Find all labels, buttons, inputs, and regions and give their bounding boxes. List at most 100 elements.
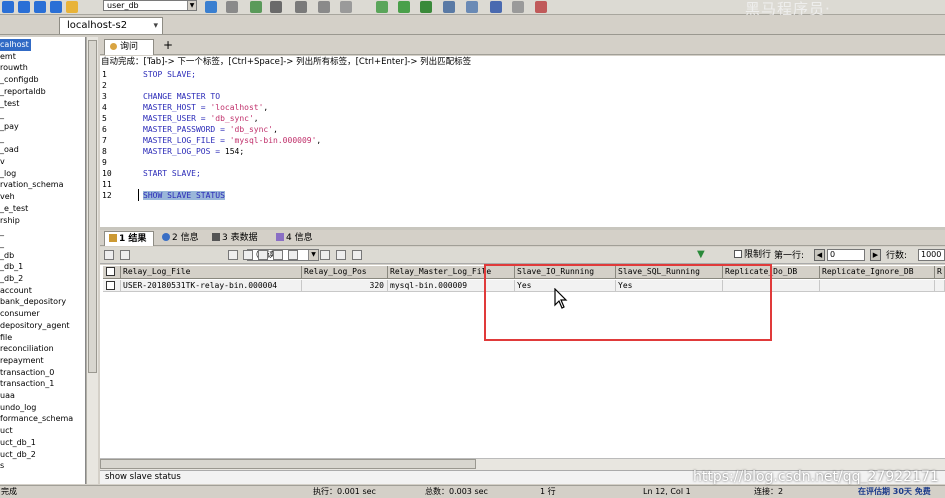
filter-icon[interactable]: ▼	[697, 250, 707, 260]
back-icon[interactable]	[2, 1, 14, 13]
tab-table-data[interactable]: 3 表数据	[208, 231, 268, 246]
column-header[interactable]: R	[935, 266, 945, 279]
tree-item[interactable]: _e_test	[0, 203, 28, 215]
tree-item[interactable]: uaa	[0, 390, 15, 402]
query-builder-icon[interactable]	[420, 1, 432, 13]
tree-item[interactable]: _configdb	[0, 74, 39, 86]
text-view-icon[interactable]	[352, 250, 362, 260]
column-header[interactable]: Relay_Log_File	[121, 266, 302, 279]
tree-item[interactable]: undo_log	[0, 402, 36, 414]
table-cell[interactable]	[820, 280, 935, 292]
tree-item[interactable]: depository_agent	[0, 320, 70, 332]
copy-icon[interactable]	[120, 250, 130, 260]
tree-item[interactable]: _db_2	[0, 273, 23, 285]
column-header[interactable]: Replicate_Ignore_DB	[820, 266, 935, 279]
tree-item[interactable]: emt	[0, 51, 16, 63]
chevron-down-icon[interactable]: ▼	[187, 1, 196, 10]
code-line-5: MASTER_USER = 'db_sync',	[143, 113, 259, 124]
tree-item[interactable]: _oad	[0, 144, 19, 156]
tree-item[interactable]: _db	[0, 250, 14, 262]
limit-rows-control[interactable]: 限制行	[732, 248, 771, 262]
tree-item[interactable]: _test	[0, 98, 19, 110]
db-icon[interactable]	[66, 1, 78, 13]
tree-item[interactable]: transaction_1	[0, 378, 54, 390]
tab-info[interactable]: 2 信息	[158, 231, 206, 246]
tab-info-2[interactable]: 4 信息	[272, 231, 322, 246]
tree-item[interactable]: _pay	[0, 121, 19, 133]
tree-item[interactable]: file	[0, 332, 12, 344]
export-icon[interactable]	[270, 1, 282, 13]
tree-item[interactable]: uct	[0, 425, 13, 437]
tree-item[interactable]: rvation_schema	[0, 179, 64, 191]
first-row-input[interactable]: 0	[827, 249, 865, 261]
backup-icon[interactable]	[295, 1, 307, 13]
tree-item[interactable]: calhost	[0, 39, 31, 51]
tree-item[interactable]: formance_schema	[0, 413, 73, 425]
tree-item[interactable]: _	[0, 238, 4, 250]
refresh-icon[interactable]	[398, 1, 410, 13]
export-icon[interactable]	[104, 250, 114, 260]
tree-item[interactable]: transaction_0	[0, 367, 54, 379]
tree-item[interactable]: _	[0, 133, 4, 145]
database-select[interactable]: user_db ▼	[103, 0, 197, 11]
tree-item[interactable]: rouwth	[0, 62, 28, 74]
tree-item[interactable]: uct_db_1	[0, 437, 36, 449]
grid-view-icon[interactable]	[320, 250, 330, 260]
import-icon[interactable]	[250, 1, 262, 13]
forward-icon[interactable]	[18, 1, 30, 13]
table-cell[interactable]: 320	[302, 280, 388, 292]
chevron-down-icon[interactable]: ▼	[308, 250, 318, 260]
tree-item[interactable]: rship	[0, 215, 20, 227]
run-all-icon[interactable]	[50, 1, 62, 13]
user-icon[interactable]	[205, 1, 217, 13]
column-header[interactable]: Relay_Log_Pos	[302, 266, 388, 279]
tree-item[interactable]: _log	[0, 168, 16, 180]
close-icon[interactable]: ▾	[153, 18, 158, 34]
next-page-button[interactable]: ▶	[870, 249, 881, 261]
tab-results[interactable]: 1 结果	[104, 231, 154, 246]
limit-rows-checkbox[interactable]	[734, 250, 742, 258]
prev-page-button[interactable]: ◀	[814, 249, 825, 261]
tree-scrollbar-thumb[interactable]	[88, 40, 97, 373]
tree-item[interactable]: account	[0, 285, 32, 297]
sync-icon[interactable]	[376, 1, 388, 13]
scheduler-icon[interactable]	[466, 1, 478, 13]
help-icon[interactable]	[535, 1, 547, 13]
tree-item[interactable]: _db_1	[0, 261, 23, 273]
duplicate-row-icon[interactable]	[243, 250, 253, 260]
tree-item[interactable]: _	[0, 109, 4, 121]
connection-tab[interactable]: localhost-s2 ▾	[59, 17, 163, 34]
form-view-icon[interactable]	[336, 250, 346, 260]
tree-item[interactable]: consumer	[0, 308, 40, 320]
notifications-icon[interactable]	[490, 1, 502, 13]
tree-item[interactable]: uct_db_2	[0, 449, 36, 461]
tree-item[interactable]: v	[0, 156, 5, 168]
table-icon[interactable]	[226, 1, 238, 13]
select-all-header[interactable]	[103, 266, 121, 279]
delete-icon[interactable]	[273, 250, 283, 260]
tree-item[interactable]: repayment	[0, 355, 44, 367]
row-checkbox[interactable]	[106, 281, 115, 290]
tree-item[interactable]: reconciliation	[0, 343, 54, 355]
tree-item[interactable]: _reportaldb	[0, 86, 46, 98]
grid-icon[interactable]	[340, 1, 352, 13]
cancel-icon[interactable]	[288, 250, 298, 260]
rows-input[interactable]: 1000	[918, 249, 945, 261]
add-tab-button[interactable]: +	[162, 39, 174, 52]
tree-item[interactable]: bank_depository	[0, 296, 66, 308]
table-cell[interactable]: USER-20180531TK-relay-bin.000004	[121, 280, 302, 292]
query-tab[interactable]: 询问	[104, 39, 154, 55]
table-cell[interactable]	[935, 280, 945, 292]
select-all-checkbox[interactable]	[106, 267, 115, 276]
add-row-icon[interactable]	[228, 250, 238, 260]
designer-icon[interactable]	[443, 1, 455, 13]
history-icon[interactable]	[512, 1, 524, 13]
tree-item[interactable]: s	[0, 460, 4, 472]
schema-icon[interactable]	[318, 1, 330, 13]
row-select-cell[interactable]	[103, 280, 121, 292]
play-icon[interactable]	[34, 1, 46, 13]
horizontal-scrollbar-thumb[interactable]	[100, 459, 476, 469]
tree-item[interactable]: _	[0, 226, 4, 238]
tree-item[interactable]: veh	[0, 191, 15, 203]
save-icon[interactable]	[258, 250, 268, 260]
